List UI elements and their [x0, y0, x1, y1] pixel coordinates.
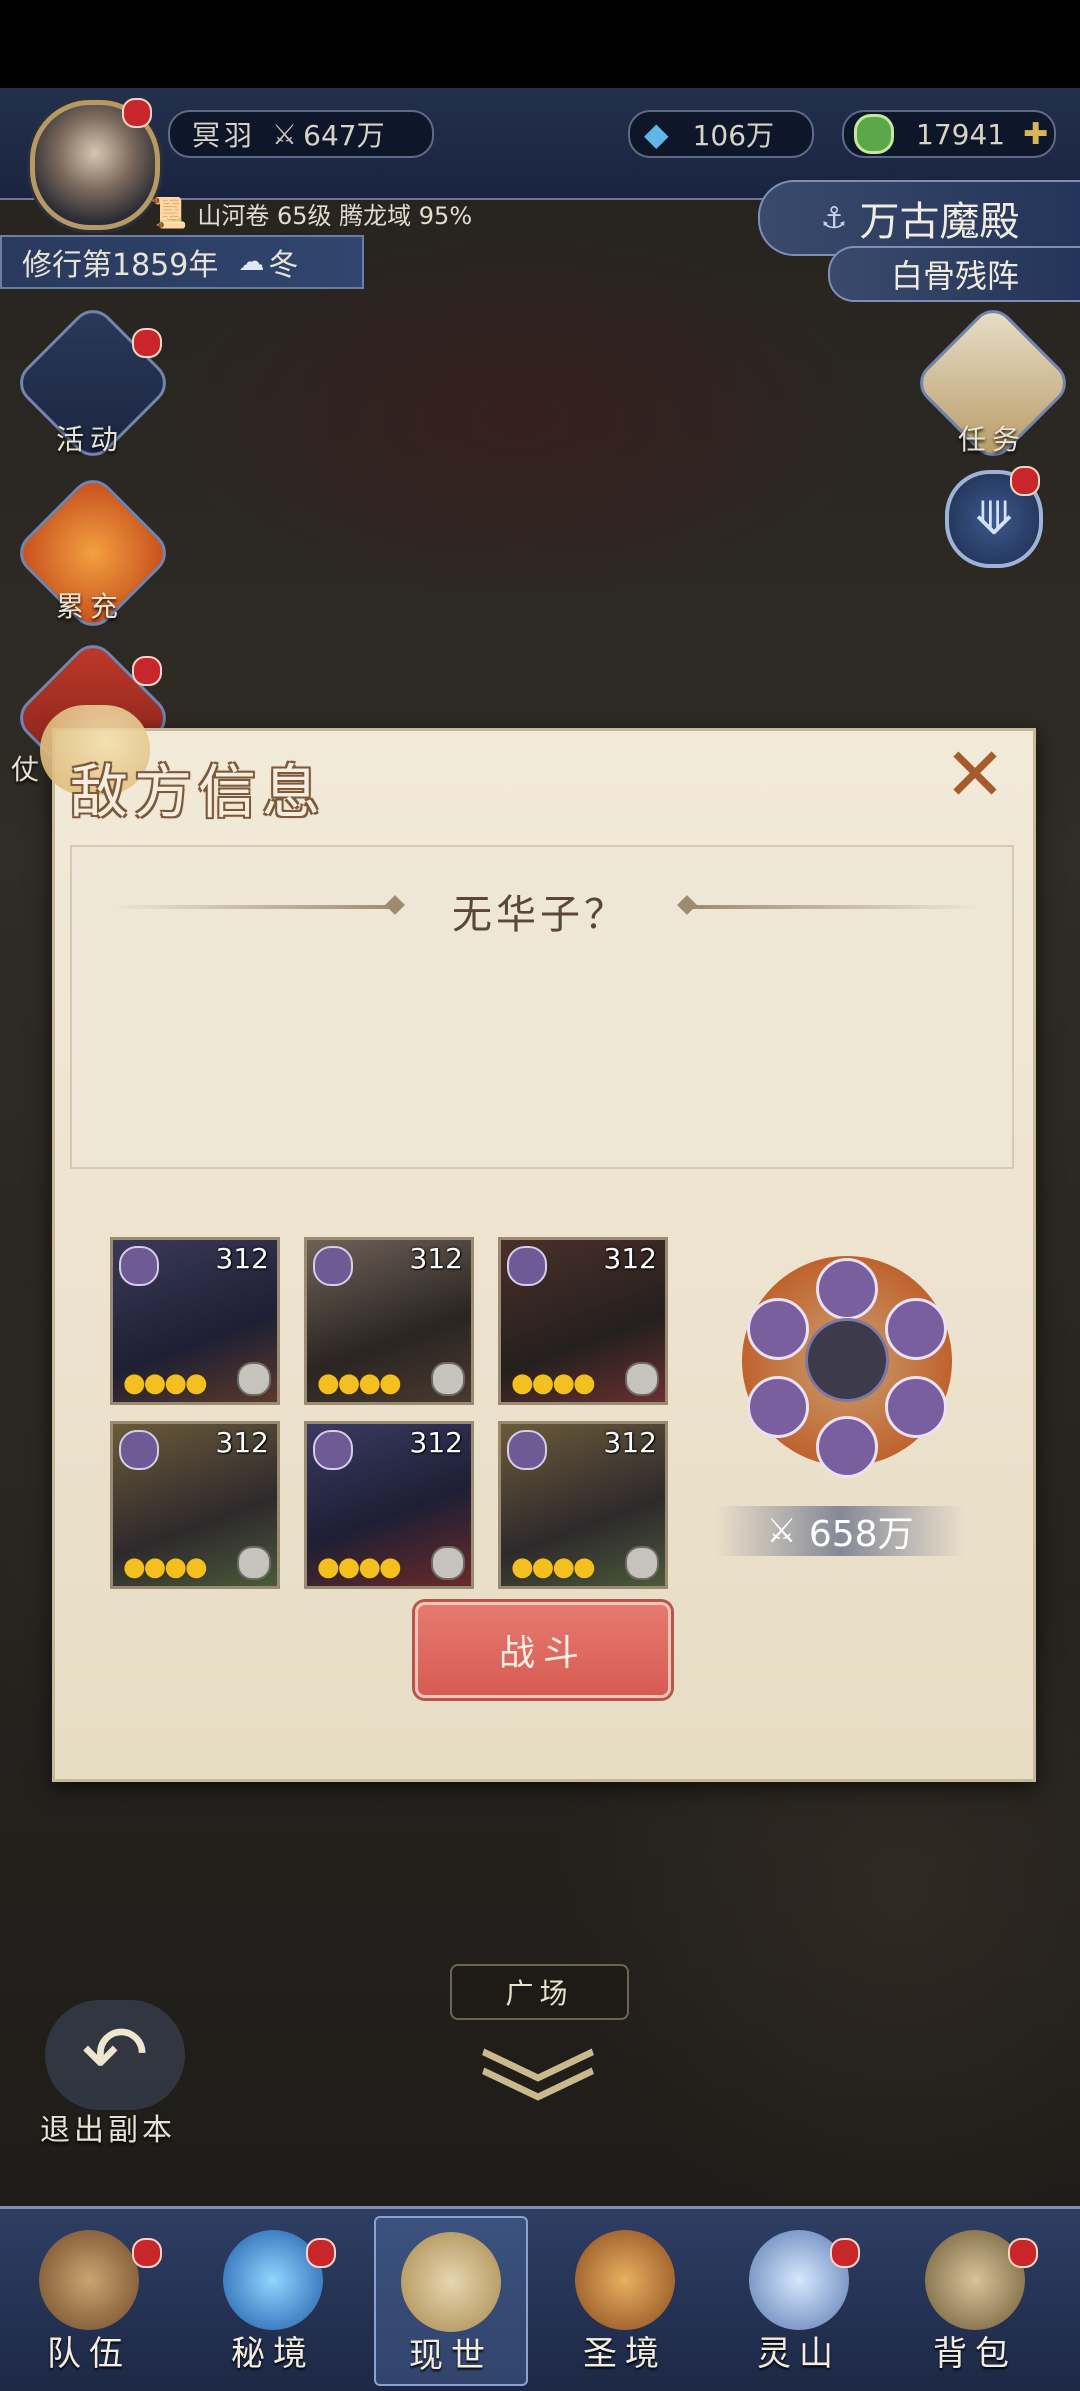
close-icon[interactable]: ✕: [940, 738, 1010, 812]
formation-power-value: 658万: [808, 1514, 914, 1555]
faction-badge-icon: [507, 1246, 547, 1286]
nav-team-label: 队伍: [47, 2334, 131, 2374]
nav-spirit-mountain-label: 灵山: [757, 2334, 841, 2374]
chevron-down-icon[interactable]: ︾: [468, 2050, 608, 2170]
nav-bag-label: 背包: [933, 2334, 1017, 2374]
enemy-card[interactable]: 312 ●●●●: [304, 1237, 474, 1405]
scroll-icon: [401, 2232, 501, 2332]
plaza-button[interactable]: 广场: [450, 1964, 629, 2020]
level-info-text: 山河卷 65级 腾龙域 95%: [197, 201, 473, 230]
add-jade-icon[interactable]: ✚: [1023, 117, 1048, 152]
card-stars: ●●●●: [123, 1552, 208, 1582]
avatar-notification-dot: [122, 98, 152, 128]
formation-slot-icon: [747, 1298, 809, 1360]
card-level: 312: [603, 1242, 657, 1275]
nav-team-notification-dot: [132, 2238, 162, 2268]
card-level: 312: [409, 1242, 463, 1275]
jade-amount: 17941: [916, 117, 1006, 151]
location-icon: ⚓: [820, 200, 848, 236]
player-name: 冥羽: [192, 119, 257, 152]
player-info-pill[interactable]: 冥羽 ⚔ 647万: [168, 110, 434, 158]
cultivation-year-box[interactable]: 修行第1859年 ☁ 冬: [0, 235, 364, 289]
chevron-emblem-icon: ⟱: [974, 491, 1014, 545]
formation-center-icon: [805, 1318, 889, 1402]
enemy-card[interactable]: 312 ●●●●: [498, 1237, 668, 1405]
crystal-pill[interactable]: ◆ 106万: [628, 110, 814, 158]
card-stars: ●●●●: [511, 1368, 596, 1398]
card-stars: ●●●●: [317, 1368, 402, 1398]
exit-dungeon-label: 退出副本: [40, 2113, 176, 2148]
team-icon: [39, 2230, 139, 2330]
dialog-title: 敌方信息: [70, 758, 327, 826]
enemy-card[interactable]: 312 ●●●●: [304, 1421, 474, 1589]
plaza-label: 广场: [505, 1977, 574, 2010]
enemy-card[interactable]: 312 ●●●●: [110, 1237, 280, 1405]
location-subtitle-text: 白骨残阵: [890, 257, 1019, 295]
nav-bag-notification-dot: [1008, 2238, 1038, 2268]
guide-notification-dot: [1010, 466, 1040, 496]
exit-dungeon-button[interactable]: ↶: [45, 2000, 185, 2110]
nav-holy-realm[interactable]: 圣境: [550, 2216, 700, 2382]
card-level: 312: [603, 1426, 657, 1459]
level-info-strip[interactable]: 📜 山河卷 65级 腾龙域 95%: [150, 188, 570, 238]
faction-badge-icon: [119, 1246, 159, 1286]
class-icon: [625, 1362, 659, 1396]
jade-icon: [854, 114, 894, 154]
formation-slot-icon: [816, 1416, 878, 1478]
card-stars: ●●●●: [317, 1552, 402, 1582]
location-title-text: 万古魔殿: [859, 199, 1020, 245]
formation-slot-icon: [885, 1298, 947, 1360]
power-icon: ⚔: [766, 1511, 797, 1551]
class-icon: [237, 1362, 271, 1396]
nav-present-world[interactable]: 现世: [374, 2216, 528, 2386]
card-level: 312: [215, 1426, 269, 1459]
card-stars: ●●●●: [511, 1552, 596, 1582]
recharge-label: 累充: [55, 590, 124, 623]
player-power: 647万: [303, 119, 385, 152]
faction-badge-icon: [119, 1430, 159, 1470]
card-level: 312: [409, 1426, 463, 1459]
nav-secret-realm-label: 秘境: [231, 2334, 315, 2374]
event-notification-dot: [132, 656, 162, 686]
location-subtitle: 白骨残阵: [828, 246, 1080, 302]
enemy-name: 无华子？: [452, 892, 628, 938]
power-icon: ⚔: [272, 117, 298, 151]
class-icon: [431, 1546, 465, 1580]
formation-slot-icon: [747, 1376, 809, 1438]
card-level: 312: [215, 1242, 269, 1275]
enemy-card[interactable]: 312 ●●●●: [110, 1421, 280, 1589]
formation-slot-icon: [885, 1376, 947, 1438]
nav-holy-realm-label: 圣境: [583, 2334, 667, 2374]
card-stars: ●●●●: [123, 1368, 208, 1398]
nav-spirit-mountain-notification-dot: [830, 2238, 860, 2268]
class-icon: [431, 1362, 465, 1396]
season-text: 冬: [268, 248, 299, 283]
divider-left: [110, 905, 400, 909]
nav-present-world-label: 现世: [409, 2336, 493, 2376]
jade-pill[interactable]: 17941 ✚: [842, 110, 1056, 158]
crystal-amount: 106万: [692, 119, 775, 152]
activity-label: 活动: [55, 423, 124, 456]
return-arrow-icon: ↶: [81, 2008, 149, 2101]
year-text: 修行第1859年: [22, 248, 219, 283]
class-icon: [237, 1546, 271, 1580]
divider-right: [690, 905, 980, 909]
formation-power: ⚔ 658万: [715, 1506, 965, 1556]
activity-notification-dot: [132, 328, 162, 358]
quest-label: 任务: [957, 423, 1026, 456]
faction-badge-icon: [313, 1430, 353, 1470]
location-title[interactable]: ⚓ 万古魔殿: [758, 180, 1080, 256]
nav-secret-realm-notification-dot: [306, 2238, 336, 2268]
enemy-card[interactable]: 312 ●●●●: [498, 1421, 668, 1589]
cloud-icon: ☁: [238, 247, 265, 277]
class-icon: [625, 1546, 659, 1580]
crystal-icon: ◆: [644, 115, 669, 153]
formation-slot-icon: [816, 1258, 878, 1320]
faction-badge-icon: [313, 1246, 353, 1286]
fight-button[interactable]: 战斗: [415, 1602, 671, 1698]
scroll-icon: 📜: [150, 195, 188, 231]
palace-icon: [575, 2230, 675, 2330]
faction-badge-icon: [507, 1430, 547, 1470]
fight-label: 战斗: [498, 1633, 587, 1674]
